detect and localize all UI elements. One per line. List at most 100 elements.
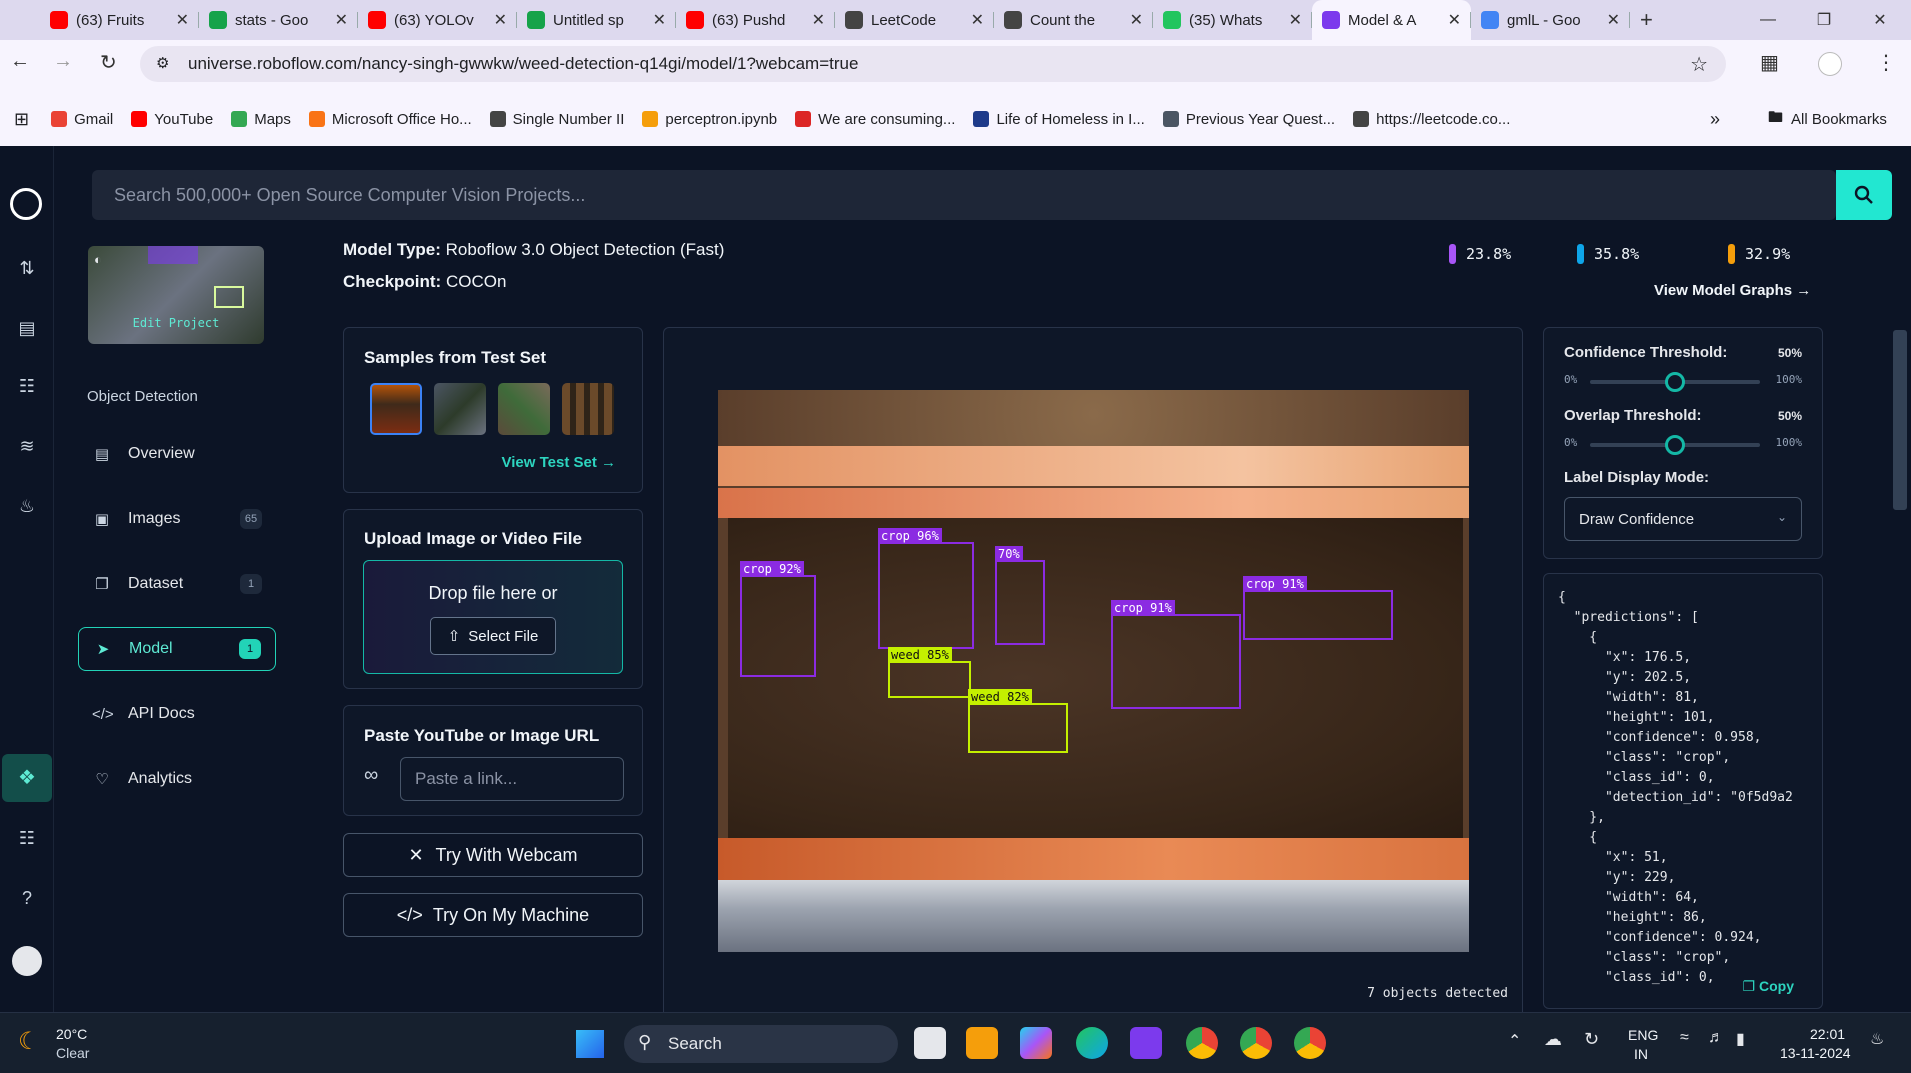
- more-bookmarks-icon[interactable]: »: [1710, 109, 1720, 130]
- sample-thumb[interactable]: [498, 383, 550, 435]
- upload-download-icon[interactable]: ⇅: [15, 256, 39, 280]
- copilot-icon[interactable]: [1020, 1027, 1052, 1059]
- profile-avatar[interactable]: [1818, 52, 1842, 76]
- close-tab-icon[interactable]: ✕: [1607, 10, 1620, 30]
- url-input[interactable]: Paste a link...: [400, 757, 624, 801]
- browser-tab[interactable]: Model & A ✕: [1312, 0, 1471, 40]
- sample-thumb[interactable]: [370, 383, 422, 435]
- bookmark-item[interactable]: We are consuming...: [795, 111, 955, 128]
- task-view-icon[interactable]: [914, 1027, 946, 1059]
- search-button[interactable]: [1836, 170, 1892, 220]
- close-tab-icon[interactable]: ✕: [176, 10, 189, 30]
- sidebar-item-model[interactable]: ➤ Model 1: [78, 627, 276, 671]
- chevron-up-icon[interactable]: ⌃: [1508, 1031, 1521, 1051]
- bookmark-item[interactable]: Previous Year Quest...: [1162, 111, 1335, 128]
- chrome-icon[interactable]: [1186, 1027, 1218, 1059]
- bookmark-item[interactable]: Life of Homeless in I...: [973, 111, 1145, 128]
- notification-bell-icon[interactable]: ♨: [1870, 1029, 1884, 1049]
- sample-thumb[interactable]: [562, 383, 614, 435]
- bookmark-item[interactable]: Gmail: [51, 111, 113, 128]
- battery-icon[interactable]: ▮: [1736, 1029, 1745, 1049]
- back-icon[interactable]: ←: [10, 50, 30, 73]
- project-thumbnail[interactable]: ◐ Edit Project: [88, 246, 264, 344]
- close-tab-icon[interactable]: ✕: [335, 10, 348, 30]
- browser-tab[interactable]: Count the ✕: [994, 0, 1153, 40]
- clock-time[interactable]: 22:01: [1810, 1026, 1845, 1042]
- view-model-graphs-link[interactable]: View Model Graphs →: [1654, 282, 1811, 299]
- extensions-icon[interactable]: ▦: [1760, 50, 1779, 75]
- bookmark-item[interactable]: Single Number II: [489, 111, 624, 128]
- menu-icon[interactable]: ⋮: [1876, 50, 1896, 75]
- sync-icon[interactable]: ↻: [1584, 1029, 1599, 1050]
- site-info-icon[interactable]: ⚙: [156, 54, 169, 72]
- user-avatar[interactable]: [12, 946, 42, 976]
- bookmark-item[interactable]: perceptron.ipynb: [642, 111, 777, 128]
- bell-icon[interactable]: ♨: [15, 494, 39, 518]
- cloud-icon[interactable]: ☁: [1544, 1029, 1562, 1050]
- try-webcam-button[interactable]: ✕ Try With Webcam: [343, 833, 643, 877]
- sidebar-item-analytics[interactable]: ♡ Analytics: [78, 757, 276, 801]
- all-bookmarks-button[interactable]: 🖿 All Bookmarks: [1768, 107, 1887, 132]
- sidebar-item-overview[interactable]: ▤ Overview: [78, 432, 276, 476]
- try-machine-button[interactable]: </> Try On My Machine: [343, 893, 643, 937]
- chrome-icon[interactable]: [1240, 1027, 1272, 1059]
- close-window-button[interactable]: ✕: [1852, 0, 1908, 40]
- sample-thumb[interactable]: [434, 383, 486, 435]
- view-test-set-link[interactable]: View Test Set →: [502, 454, 617, 471]
- close-tab-icon[interactable]: ✕: [812, 10, 825, 30]
- browser-tab[interactable]: Untitled sp ✕: [517, 0, 676, 40]
- file-explorer-icon[interactable]: [966, 1027, 998, 1059]
- bookmark-item[interactable]: Maps: [231, 111, 291, 128]
- wifi-icon[interactable]: ≈: [1680, 1029, 1689, 1047]
- address-bar[interactable]: ⚙ universe.roboflow.com/nancy-singh-gwwk…: [140, 46, 1726, 82]
- analytics-icon[interactable]: ≋: [15, 434, 39, 458]
- help-icon[interactable]: ?: [15, 886, 39, 910]
- taskbar-search[interactable]: ⚲ Search: [624, 1025, 898, 1063]
- windows-start-icon[interactable]: [576, 1030, 604, 1058]
- browser-tab[interactable]: gmlL - Goo ✕: [1471, 0, 1630, 40]
- select-file-button[interactable]: ⇧ Select File: [430, 617, 556, 655]
- close-tab-icon[interactable]: ✕: [653, 10, 666, 30]
- browser-tab[interactable]: (63) Fruits ✕: [40, 0, 199, 40]
- copy-button[interactable]: ❐ Copy: [1736, 978, 1794, 995]
- search-input[interactable]: Search 500,000+ Open Source Computer Vis…: [92, 170, 1836, 220]
- onenote-icon[interactable]: [1130, 1027, 1162, 1059]
- maximize-button[interactable]: ❐: [1796, 0, 1852, 40]
- browser-tab[interactable]: LeetCode ✕: [835, 0, 994, 40]
- language-bottom[interactable]: IN: [1634, 1046, 1648, 1062]
- close-tab-icon[interactable]: ✕: [1130, 10, 1143, 30]
- bookmark-item[interactable]: YouTube: [131, 111, 213, 128]
- edit-project-label[interactable]: Edit Project: [88, 316, 264, 330]
- close-tab-icon[interactable]: ✕: [1448, 10, 1461, 30]
- chrome-icon[interactable]: [1294, 1027, 1326, 1059]
- language-top[interactable]: ENG: [1628, 1027, 1658, 1043]
- sidebar-item-dataset[interactable]: ❐ Dataset 1: [78, 562, 276, 606]
- apps-grid-icon[interactable]: ⊞: [14, 109, 29, 130]
- clock-date[interactable]: 13-11-2024: [1780, 1045, 1851, 1061]
- inbox-icon[interactable]: ▤: [15, 316, 39, 340]
- dropzone[interactable]: Drop file here or ⇧ Select File: [363, 560, 623, 674]
- edge-icon[interactable]: [1076, 1027, 1108, 1059]
- close-tab-icon[interactable]: ✕: [494, 10, 507, 30]
- close-tab-icon[interactable]: ✕: [1289, 10, 1302, 30]
- library-icon[interactable]: ☷: [15, 826, 39, 850]
- bookmark-star-icon[interactable]: ☆: [1690, 52, 1708, 77]
- volume-icon[interactable]: ♬: [1708, 1029, 1724, 1047]
- roboflow-logo[interactable]: [10, 188, 42, 220]
- bookmark-item[interactable]: https://leetcode.co...: [1353, 111, 1510, 128]
- close-tab-icon[interactable]: ✕: [971, 10, 984, 30]
- browser-tab[interactable]: stats - Goo ✕: [199, 0, 358, 40]
- browser-tab[interactable]: (63) Pushd ✕: [676, 0, 835, 40]
- page-scrollbar[interactable]: [1893, 330, 1907, 510]
- universe-icon[interactable]: ❖: [2, 754, 52, 802]
- workflow-icon[interactable]: ☷: [15, 374, 39, 398]
- browser-tab[interactable]: (35) Whats ✕: [1153, 0, 1312, 40]
- label-mode-select[interactable]: Draw Confidence ⌄: [1564, 497, 1802, 541]
- confidence-slider-handle[interactable]: [1665, 372, 1685, 392]
- sidebar-item-api-docs[interactable]: </> API Docs: [78, 692, 276, 736]
- new-tab-button[interactable]: +: [1640, 7, 1653, 33]
- bookmark-item[interactable]: Microsoft Office Ho...: [308, 111, 472, 128]
- reload-icon[interactable]: ↻: [100, 50, 117, 75]
- minimize-button[interactable]: —: [1740, 0, 1796, 40]
- sidebar-item-images[interactable]: ▣ Images 65: [78, 497, 276, 541]
